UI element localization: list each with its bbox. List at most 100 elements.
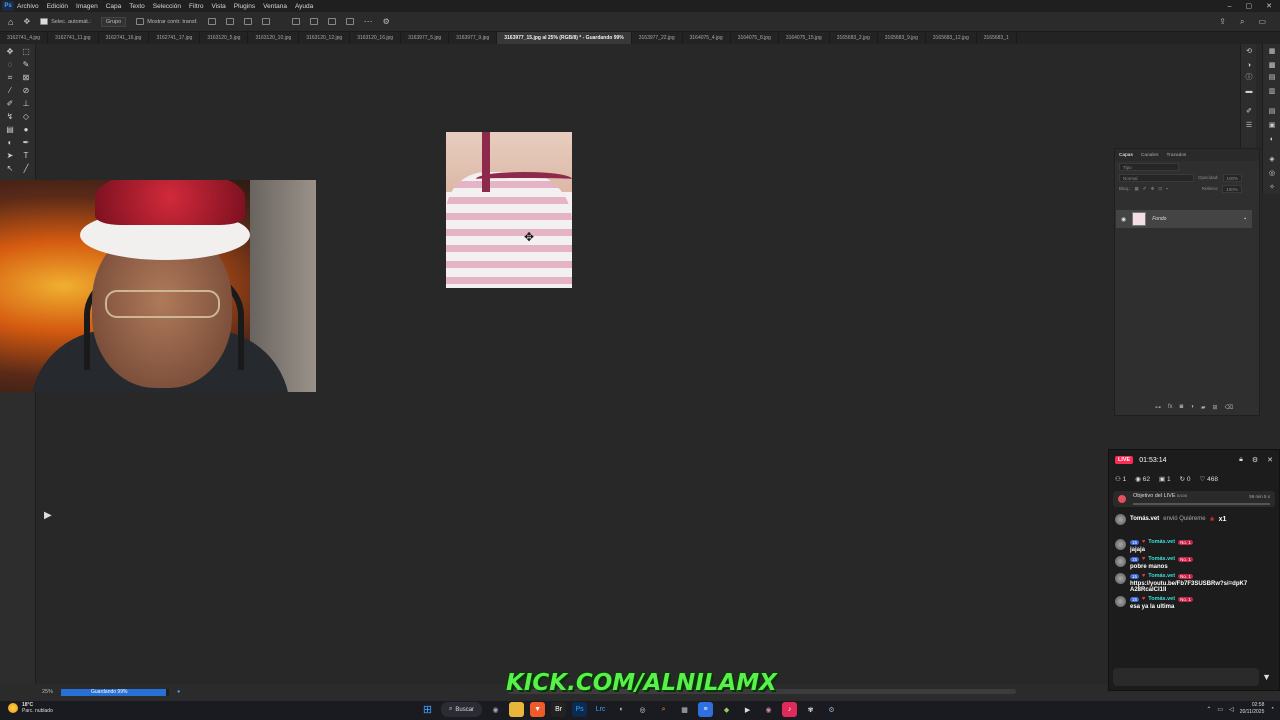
group-select[interactable]: Grupo — [100, 16, 127, 27]
tab-document[interactable]: 3162741_11.jpg — [48, 32, 99, 44]
blur-tool-icon[interactable]: ● — [21, 125, 31, 135]
menu-plugins[interactable]: Plugins — [234, 3, 255, 10]
lock-paint-icon[interactable]: ✐ — [1143, 186, 1147, 192]
checkbox-icon[interactable] — [136, 18, 145, 25]
align-right-icon[interactable] — [243, 18, 252, 25]
quick-select-icon[interactable]: ✎ — [21, 60, 31, 70]
tab-document[interactable]: 3164075_8.jpg — [731, 32, 779, 44]
tab-document[interactable]: 3163120_5.jpg — [200, 32, 249, 44]
align-bottom-icon[interactable] — [327, 18, 336, 25]
align-middle-icon[interactable] — [309, 18, 318, 25]
sliders-icon[interactable]: ☰ — [1245, 122, 1253, 129]
tab-document[interactable]: 3165683_12.jpg — [926, 32, 977, 44]
patterns-icon[interactable]: ▥ — [1268, 88, 1276, 95]
play-icon[interactable]: ▶ — [44, 510, 52, 521]
dodge-tool-icon[interactable]: ◐ — [5, 138, 15, 148]
chat-username[interactable]: Tomás.vet — [1148, 539, 1175, 545]
tab-document[interactable]: 3162741_17.jpg — [149, 32, 201, 44]
move-tool-icon[interactable]: ✥ — [5, 47, 15, 57]
line-tool-icon[interactable]: ╱ — [21, 164, 31, 174]
eyedropper-icon[interactable]: ⁄ — [5, 86, 15, 96]
clock[interactable]: 02:58 20/11/2025 — [1240, 702, 1265, 716]
document-image[interactable] — [446, 132, 572, 288]
new-layer-icon[interactable]: ⊞ — [1213, 404, 1218, 411]
tab-document[interactable]: 3163977_5.jpg — [401, 32, 450, 44]
distribute-vertical-icon[interactable] — [345, 18, 354, 25]
chat-username[interactable]: Tomás.vet — [1148, 596, 1175, 602]
type-tool-icon[interactable]: T — [21, 151, 31, 161]
brush-tool-icon[interactable]: ✐ — [5, 99, 15, 109]
layer-filter-select[interactable]: Tipo — [1119, 162, 1179, 171]
weather-widget[interactable]: 18°C Parc. nublado — [8, 702, 53, 714]
tab-paths[interactable]: Trazados — [1166, 153, 1186, 158]
menu-texto[interactable]: Texto — [129, 3, 145, 10]
tab-document[interactable]: 3165683_9.jpg — [878, 32, 926, 44]
tab-document[interactable]: 3164075_15.jpg — [779, 32, 830, 44]
visibility-eye-icon[interactable]: ◉ — [1121, 216, 1126, 223]
steam-icon[interactable]: ◐ — [614, 702, 629, 717]
photoshop-logo[interactable]: Ps — [2, 1, 14, 11]
blend-mode-select[interactable]: Normal — [1119, 173, 1194, 182]
photoshop-app-icon[interactable]: Ps — [572, 702, 588, 717]
info-icon[interactable]: ⓘ — [1245, 74, 1253, 81]
tab-document[interactable]: 3163120_12.jpg — [299, 32, 351, 44]
cancel-save-icon[interactable]: ● — [177, 689, 180, 695]
tab-document[interactable]: 3164075_4.jpg — [683, 32, 731, 44]
minimize-icon[interactable]: – — [1228, 3, 1232, 10]
bridge-app-icon[interactable]: Br — [551, 702, 567, 717]
gradients-icon[interactable]: ▤ — [1268, 74, 1276, 81]
live-goal[interactable]: Objetivo del LIVE 0/100 59 min 5 s — [1113, 491, 1275, 507]
tab-document-active[interactable]: 3163977_15.jpg al 25% (RGB/8) * - Guarda… — [497, 32, 632, 44]
chat-link[interactable]: https://youtu.be/Fb7F3SUSBRw?si=dpK7A28R… — [1130, 581, 1248, 593]
search-icon[interactable]: ⌕ — [1240, 17, 1244, 27]
fill-input[interactable]: 100% — [1222, 184, 1242, 193]
chevron-up-icon[interactable]: ⌃ — [1206, 706, 1211, 713]
history-brush-icon[interactable]: ↯ — [5, 112, 15, 122]
transform-option[interactable]: Mostrar contr. transf. — [136, 18, 198, 25]
gear-icon[interactable]: ⚙ — [383, 17, 390, 26]
lock-all-icon[interactable]: ▪ — [1166, 186, 1168, 191]
menu-capa[interactable]: Capa — [106, 3, 122, 10]
share-icon[interactable]: ⇪ — [1219, 17, 1226, 27]
windows-start-icon[interactable]: ⊞ — [420, 702, 435, 717]
mask-icon[interactable]: ◙ — [1180, 404, 1184, 411]
chat-username[interactable]: Tomás.vet — [1148, 573, 1175, 579]
paths-icon[interactable]: ✧ — [1268, 184, 1276, 191]
libraries-icon[interactable]: ▣ — [1268, 122, 1276, 129]
gradient-tool-icon[interactable]: ▤ — [5, 125, 15, 135]
lock-artboard-icon[interactable]: ⊡ — [1158, 186, 1162, 192]
adjustment-layer-icon[interactable]: ◑ — [1190, 404, 1194, 411]
comment-icon[interactable]: ▬ — [1245, 88, 1253, 95]
frame-tool-icon[interactable]: ⊠ — [21, 73, 31, 83]
menu-archivo[interactable]: Archivo — [17, 3, 39, 10]
chat-input[interactable] — [1113, 668, 1259, 686]
media-player-icon[interactable]: ▶ — [740, 702, 755, 717]
taskbar-search[interactable]: ⌕ Buscar — [441, 702, 483, 717]
color-icon[interactable]: ▦ — [1268, 48, 1276, 55]
path-select-icon[interactable]: ➤ — [5, 151, 15, 161]
calculator-icon[interactable]: ▦ — [677, 702, 692, 717]
align-left-icon[interactable] — [207, 18, 216, 25]
speaker-icon[interactable]: ◁ — [1229, 706, 1234, 713]
maximize-icon[interactable]: ▢ — [1246, 2, 1253, 10]
zoom-level[interactable]: 25% — [42, 689, 53, 695]
tab-document[interactable]: 3162741_16.jpg — [99, 32, 150, 44]
tiktok-icon[interactable]: ♪ — [782, 702, 798, 717]
camera-app-icon[interactable]: ◉ — [488, 702, 503, 717]
adjust-icon[interactable]: ◑ — [1245, 62, 1253, 69]
swatches-icon[interactable]: ▩ — [1268, 62, 1276, 69]
file-explorer-icon[interactable] — [509, 702, 525, 717]
lightroom-app-icon[interactable]: Lrc — [593, 702, 608, 717]
fx-icon[interactable]: fx — [1168, 404, 1173, 411]
tab-document[interactable]: 3163977_9.jpg — [449, 32, 498, 44]
network-app-icon[interactable]: ✾ — [803, 702, 818, 717]
notes-app-icon[interactable]: ≡ — [698, 702, 714, 717]
notifications-icon[interactable]: ◔ — [1270, 706, 1274, 712]
tab-document[interactable]: 3163120_16.jpg — [350, 32, 402, 44]
close-icon[interactable]: ✕ — [1266, 2, 1272, 10]
tab-document[interactable]: 3165683_1 — [977, 32, 1017, 44]
settings-app-icon[interactable]: ⚙ — [824, 702, 839, 717]
layer-row[interactable]: ◉ Fondo ▪ — [1116, 210, 1252, 228]
chat-app-icon[interactable]: ◉ — [761, 702, 776, 717]
menu-imagen[interactable]: Imagen — [76, 3, 98, 10]
